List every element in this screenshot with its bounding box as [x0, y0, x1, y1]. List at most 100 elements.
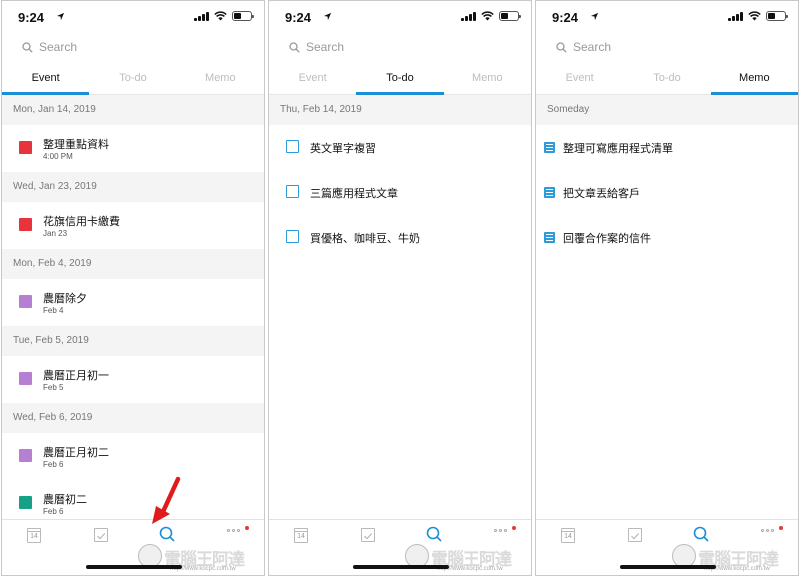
event-title: 農曆除夕 [43, 293, 87, 305]
tab-event[interactable]: Event [536, 65, 623, 94]
more-icon[interactable] [227, 529, 241, 537]
event-time: Feb 6 [43, 507, 64, 516]
event-title: 農曆初二 [43, 494, 87, 506]
date-header: Wed, Feb 6, 2019 [2, 403, 264, 433]
memo-note-icon [544, 142, 555, 153]
search-input[interactable] [39, 40, 239, 54]
memo-note-icon [544, 232, 555, 243]
checkbox-icon[interactable] [361, 528, 375, 542]
event-title: 農曆正月初二 [43, 447, 109, 459]
more-icon[interactable] [761, 529, 775, 537]
battery-icon [499, 11, 521, 21]
list-item[interactable]: 整理重點資料 4:00 PM [2, 125, 264, 172]
event-title: 花旗信用卡繳費 [43, 216, 120, 228]
search-bar[interactable] [556, 37, 773, 57]
list-item[interactable]: 農曆正月初二 Feb 6 [2, 433, 264, 480]
search-icon[interactable] [159, 526, 175, 542]
todo-checkbox[interactable] [286, 185, 299, 198]
notification-dot [512, 526, 516, 530]
date-header: Wed, Jan 23, 2019 [2, 172, 264, 202]
event-time: 4:00 PM [43, 152, 73, 161]
search-icon [22, 41, 33, 53]
calendar-day: 14 [297, 533, 305, 540]
list-item[interactable]: 整理可寫應用程式清單 [536, 125, 798, 170]
list-item[interactable]: 回覆合作案的信件 [536, 215, 798, 260]
tab-memo[interactable]: Memo [444, 65, 531, 94]
event-color-square [19, 218, 32, 231]
more-icon[interactable] [494, 529, 508, 537]
status-time: 9:24 [552, 10, 579, 25]
checkbox-icon[interactable] [94, 528, 108, 542]
list-item[interactable]: 三篇應用程式文章 [269, 170, 531, 215]
date-header: Someday [536, 95, 798, 125]
search-input[interactable] [573, 40, 773, 54]
todo-label: 買優格、咖啡豆、牛奶 [310, 233, 420, 245]
todo-label: 英文單字複習 [310, 143, 376, 155]
tab-todo[interactable]: To-do [623, 65, 710, 94]
calendar-icon[interactable]: 14 [27, 528, 41, 543]
search-input[interactable] [306, 40, 506, 54]
todo-checkbox[interactable] [286, 230, 299, 243]
annotation-arrow-icon [152, 476, 181, 524]
memo-label: 把文章丟給客戶 [563, 188, 640, 200]
tab-todo[interactable]: To-do [89, 65, 176, 94]
event-time: Jan 23 [43, 229, 68, 238]
search-bar[interactable] [22, 37, 239, 57]
event-title: 農曆正月初一 [43, 370, 109, 382]
memo-note-icon [544, 187, 555, 198]
tab-bar: Event To-do Memo [536, 65, 798, 95]
home-indicator[interactable] [620, 565, 716, 569]
tab-todo[interactable]: To-do [356, 65, 444, 95]
notification-dot [245, 526, 249, 530]
list-item[interactable]: 花旗信用卡繳費 Jan 23 [2, 202, 264, 249]
list-item[interactable]: 買優格、咖啡豆、牛奶 [269, 215, 531, 260]
status-bar: 9:24 [269, 1, 531, 33]
status-time: 9:24 [285, 10, 312, 25]
calendar-icon[interactable]: 14 [561, 528, 575, 543]
date-header: Mon, Feb 4, 2019 [2, 249, 264, 279]
tab-bar: Event To-do Memo [2, 65, 264, 95]
cellular-signal-icon [194, 11, 209, 21]
date-header: Tue, Feb 5, 2019 [2, 326, 264, 356]
event-title: 整理重點資料 [43, 139, 109, 151]
list-item[interactable]: 英文單字複習 [269, 125, 531, 170]
event-color-square [19, 295, 32, 308]
memo-list: Someday 整理可寫應用程式清單 把文章丟給客戶 回覆合作案的信件 [536, 95, 798, 519]
todo-list: Thu, Feb 14, 2019 英文單字複習 三篇應用程式文章 買優格、咖啡… [269, 95, 531, 519]
home-indicator[interactable] [86, 565, 182, 569]
phone-screen-memo: 9:24 Event To-do Memo Someday 整理可寫應用程式清單… [535, 0, 799, 576]
event-color-square [19, 141, 32, 154]
tab-event[interactable]: Event [269, 65, 356, 94]
status-time: 9:24 [18, 10, 45, 25]
cellular-signal-icon [461, 11, 476, 21]
list-item[interactable]: 農曆初二 Feb 6 [2, 480, 264, 519]
cellular-signal-icon [728, 11, 743, 21]
location-arrow-icon [323, 12, 332, 21]
list-item[interactable]: 農曆除夕 Feb 4 [2, 279, 264, 326]
list-item[interactable]: 農曆正月初一 Feb 5 [2, 356, 264, 403]
search-icon[interactable] [426, 526, 442, 542]
calendar-icon[interactable]: 14 [294, 528, 308, 543]
home-indicator[interactable] [353, 565, 449, 569]
battery-icon [232, 11, 254, 21]
todo-label: 三篇應用程式文章 [310, 188, 398, 200]
location-arrow-icon [56, 12, 65, 21]
tab-memo[interactable]: Memo [710, 65, 798, 95]
event-time: Feb 6 [43, 460, 64, 469]
tab-memo[interactable]: Memo [177, 65, 264, 94]
checkbox-icon[interactable] [628, 528, 642, 542]
wifi-icon [748, 11, 761, 21]
todo-checkbox[interactable] [286, 140, 299, 153]
date-header: Mon, Jan 14, 2019 [2, 95, 264, 125]
wifi-icon [214, 11, 227, 21]
search-bar[interactable] [289, 37, 506, 57]
tab-event[interactable]: Event [2, 65, 90, 95]
status-bar: 9:24 [536, 1, 798, 33]
list-item[interactable]: 把文章丟給客戶 [536, 170, 798, 215]
notification-dot [779, 526, 783, 530]
event-time: Feb 5 [43, 383, 64, 392]
search-icon[interactable] [693, 526, 709, 542]
event-time: Feb 4 [43, 306, 64, 315]
calendar-day: 14 [30, 533, 38, 540]
bottom-nav: 14 電腦王阿達 http://www.kocpc.com.tw [536, 519, 798, 575]
